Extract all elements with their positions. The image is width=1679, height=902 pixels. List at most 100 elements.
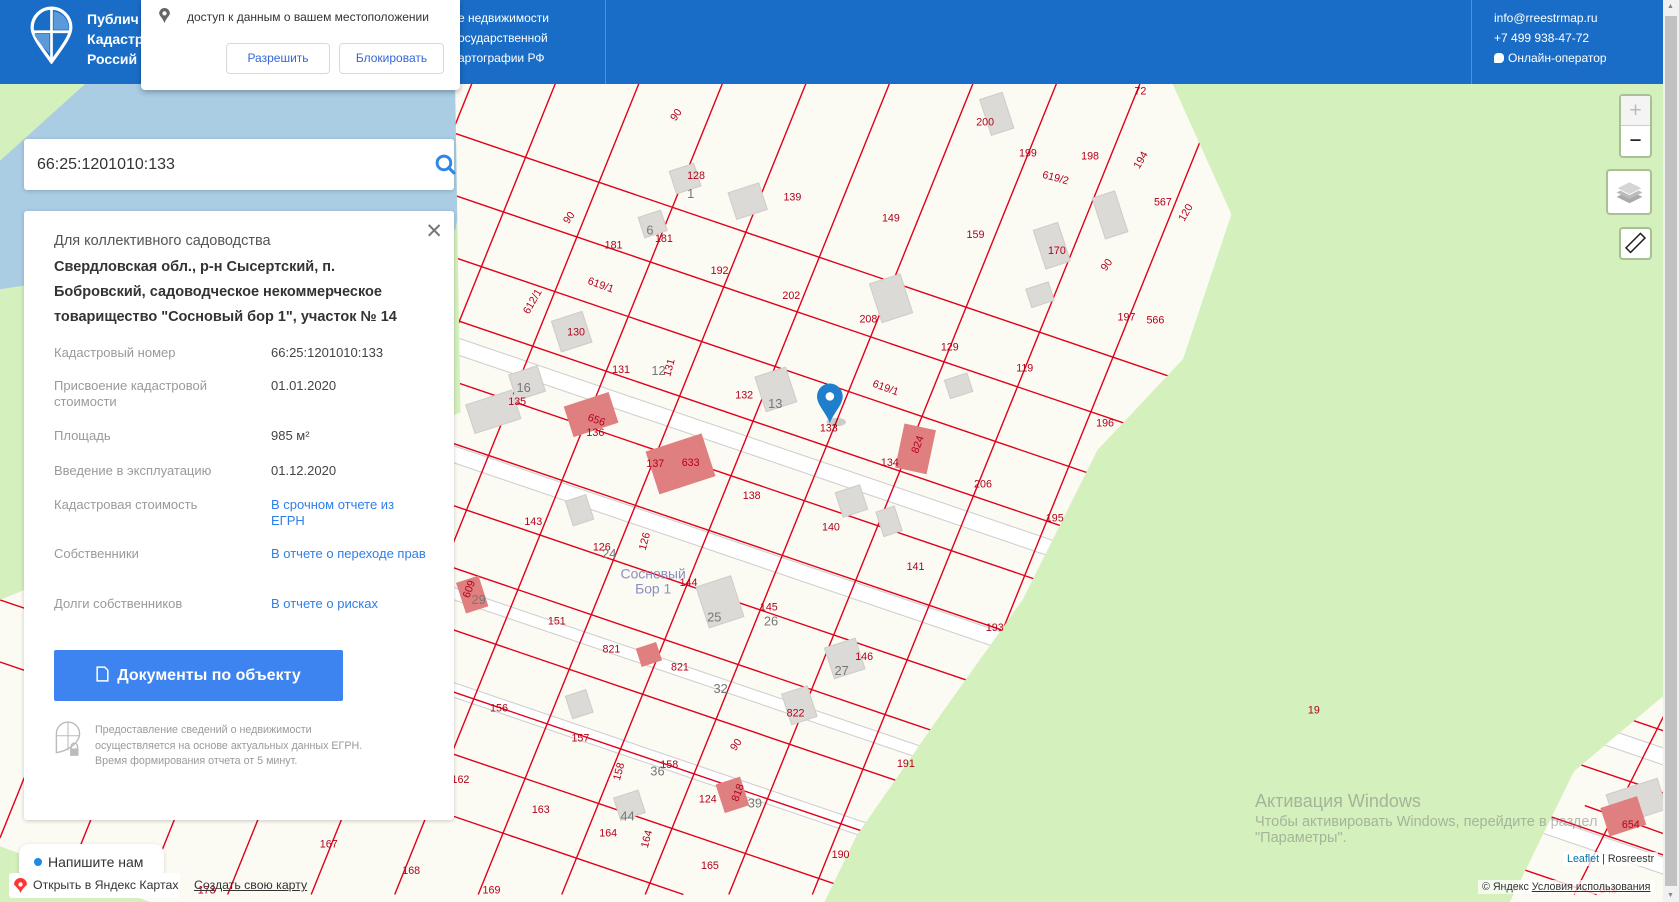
object-info-panel: ✕ Для коллективного садоводства Свердлов… (24, 211, 454, 820)
logo-icon (30, 6, 73, 64)
parcel-label: 138 (743, 490, 761, 502)
parcel-label: 141 (907, 561, 925, 573)
report-link[interactable]: В отчете о рисках (271, 596, 431, 612)
parcel-label: 197 (1118, 311, 1136, 323)
parcel-label: 131 (612, 364, 630, 376)
parcel-label: 164 (599, 828, 617, 840)
ruler-icon (1624, 232, 1647, 254)
parcel-label: 130 (567, 326, 585, 338)
site-title[interactable]: Публич Кадастр Россий (87, 9, 143, 69)
allow-button[interactable]: Разрешить (226, 43, 330, 74)
parcel-label: 195 (1046, 513, 1064, 525)
place-name: Бор 1 (635, 580, 671, 596)
parcel-label: 26 (764, 614, 778, 629)
parcel-label: 24 (602, 546, 616, 561)
parcel-label: 170 (1048, 245, 1066, 257)
parcel-label: 25 (707, 609, 721, 624)
scrollbar[interactable]: ▲ ▼ (1663, 0, 1679, 902)
search-icon[interactable] (435, 154, 456, 175)
divider (605, 0, 606, 84)
close-icon[interactable]: ✕ (425, 219, 443, 244)
parcel-label: 134 (881, 457, 899, 469)
parcel-label: 206 (974, 478, 992, 490)
info-label: Введение в эксплуатацию (54, 463, 212, 478)
parcel-label: 163 (532, 804, 550, 816)
parcel-label: 146 (855, 651, 873, 663)
layers-button[interactable] (1606, 169, 1652, 215)
leaflet-link[interactable]: Leaflet (1567, 853, 1599, 865)
info-value: 01.01.2020 (271, 378, 337, 393)
parcel-label: 821 (602, 643, 620, 655)
documents-button[interactable]: Документы по объекту (54, 650, 343, 701)
info-label: Присвоение кадастровой стоимости (54, 378, 208, 409)
parcel-label: 124 (699, 793, 717, 805)
parcel-label: 200 (976, 116, 994, 128)
create-map-link[interactable]: Создать свою карту (194, 873, 307, 898)
parcel-label: 202 (782, 290, 800, 302)
parcel-label: 39 (748, 796, 762, 811)
parcel-label: 140 (822, 521, 840, 533)
info-label: Кадастровый номер (54, 345, 176, 360)
parcel-label: 129 (941, 341, 959, 353)
parcel-label: 139 (783, 191, 801, 203)
parcel-label: 654 (1622, 819, 1640, 831)
place-name: Сосновый (621, 565, 686, 581)
parcel-label: 821 (671, 662, 689, 674)
phone-link[interactable]: +7 499 938-47-72 (1494, 28, 1607, 48)
parcel-label: 181 (655, 233, 673, 245)
parcel-label: 137 (646, 458, 664, 470)
parcel-label: 136 (586, 427, 604, 439)
parcel-label: 156 (490, 702, 508, 714)
zoom-out-button[interactable]: − (1621, 126, 1650, 156)
ruler-button[interactable] (1619, 227, 1652, 260)
parcel-label: 157 (571, 732, 589, 744)
parcel-label: 6 (646, 223, 653, 238)
location-permission-popup: доступ к данным о вашем местоположении Р… (141, 0, 460, 90)
parcel-label: 128 (687, 170, 705, 182)
report-link[interactable]: В срочном отчете из ЕГРН (271, 497, 431, 529)
divider (1471, 0, 1472, 84)
parcel-label: 193 (986, 622, 1004, 634)
terms-link[interactable]: Условия использования (1532, 881, 1651, 893)
parcel-label: 566 (1146, 315, 1164, 327)
info-label: Долги собственников (54, 596, 183, 611)
site-subtitle: е недвижимости осударственной артографии Р… (458, 11, 549, 65)
permission-text: доступ к данным о вашем местоположении (187, 10, 429, 24)
parcel-label: 168 (402, 865, 420, 877)
parcel-label: 13 (768, 396, 782, 411)
parcel-label: 192 (711, 265, 729, 277)
land-use-type: Для коллективного садоводства (54, 233, 271, 249)
parcel-label: 165 (701, 860, 719, 872)
map-attribution: Leaflet | Rosreestr (1563, 852, 1659, 866)
parcel-label: 16 (516, 380, 530, 395)
parcel-label: 167 (320, 838, 338, 850)
parcel-label: 191 (897, 758, 915, 770)
search-input[interactable] (37, 152, 402, 177)
info-value: 66:25:1201010:133 (271, 345, 384, 360)
parcel-label: 567 (1154, 197, 1172, 209)
parcel-label: 72 (1134, 85, 1146, 97)
contacts: info@rreestrmap.ru +7 499 938-47-72 Онла… (1494, 8, 1607, 68)
online-operator-link[interactable]: Онлайн-оператор (1494, 48, 1607, 68)
open-yandex-maps-link[interactable]: Открыть в Яндекс Картах (9, 873, 180, 898)
parcel-label: 119 (1016, 363, 1033, 375)
parcel-label: 196 (1096, 417, 1114, 429)
parcel-label: 29 (471, 592, 485, 607)
windows-activation-watermark: Активация Windows Чтобы активировать Win… (1255, 791, 1598, 846)
chat-icon (1494, 53, 1504, 63)
search-box (24, 139, 456, 190)
parcel-label: 143 (524, 516, 542, 528)
location-pin-icon (159, 8, 170, 23)
email-link[interactable]: info@rreestrmap.ru (1494, 8, 1607, 28)
info-label: Собственники (54, 546, 139, 561)
online-dot-icon (34, 858, 42, 866)
object-address: Свердловская обл., р-н Сысертский, п. Бо… (54, 259, 397, 325)
info-value: 01.12.2020 (271, 463, 337, 478)
scrollbar-thumb[interactable] (1665, 16, 1677, 886)
parcel-label: 1 (687, 186, 694, 201)
zoom-in-button[interactable]: + (1621, 96, 1650, 126)
report-link[interactable]: В отчете о переходе прав (271, 546, 431, 562)
parcel-label: 190 (832, 849, 850, 861)
parcel-label: 162 (452, 774, 470, 786)
block-button[interactable]: Блокировать (339, 43, 444, 74)
